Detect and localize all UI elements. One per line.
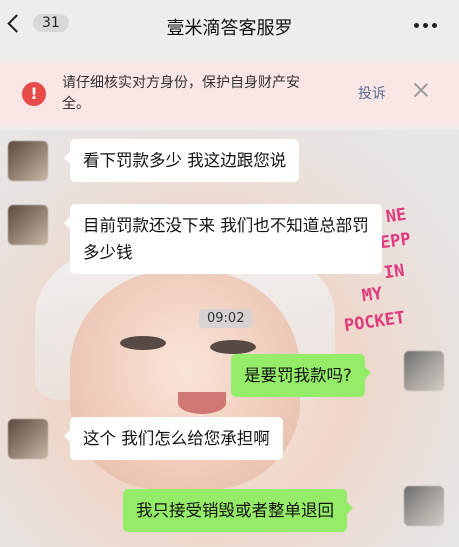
warning-icon: ! bbox=[22, 82, 46, 106]
contact-avatar[interactable] bbox=[8, 419, 48, 459]
more-dot-icon bbox=[414, 23, 419, 28]
wallpaper-text: MY bbox=[360, 283, 384, 307]
message-bubble-outgoing[interactable]: 我只接受销毁或者整单退回 bbox=[123, 489, 353, 532]
contact-avatar[interactable] bbox=[8, 141, 48, 181]
contact-avatar[interactable] bbox=[8, 205, 48, 245]
message-bubble-incoming[interactable]: 这个 我们怎么给您承担啊 bbox=[64, 417, 283, 460]
close-icon[interactable] bbox=[412, 81, 430, 99]
wallpaper-text: NE bbox=[384, 204, 408, 228]
my-avatar[interactable] bbox=[404, 486, 444, 526]
more-dot-icon bbox=[423, 23, 428, 28]
report-link[interactable]: 投诉 bbox=[358, 83, 386, 103]
warning-text: 请仔细核实对方身份，保护自身财产安全。 bbox=[62, 75, 300, 112]
my-avatar[interactable] bbox=[404, 351, 444, 391]
message-bubble-outgoing[interactable]: 是要罚我款吗? bbox=[231, 354, 371, 397]
message-bubble-incoming[interactable]: 看下罚款多少 我这边跟您说 bbox=[63, 139, 300, 182]
wallpaper-eye-right bbox=[210, 340, 256, 354]
message-bubble-incoming[interactable]: 目前罚款还没下来 我们也不知道总部罚多少钱 bbox=[64, 204, 382, 274]
chat-title: 壹米滴答客服罗 bbox=[166, 18, 293, 39]
wallpaper-text: IN bbox=[382, 260, 406, 284]
wallpaper-mouth bbox=[178, 392, 226, 414]
wallpaper-eye-left bbox=[120, 336, 166, 350]
security-warning-banner: ! 请仔细核实对方身份，保护自身财产安全。 投诉 bbox=[0, 62, 459, 126]
more-dot-icon bbox=[432, 23, 437, 28]
more-options-button[interactable] bbox=[414, 23, 437, 28]
message-timestamp: 09:02 bbox=[199, 309, 253, 328]
chat-header: 31 壹米滴答客服罗 bbox=[0, 0, 459, 52]
